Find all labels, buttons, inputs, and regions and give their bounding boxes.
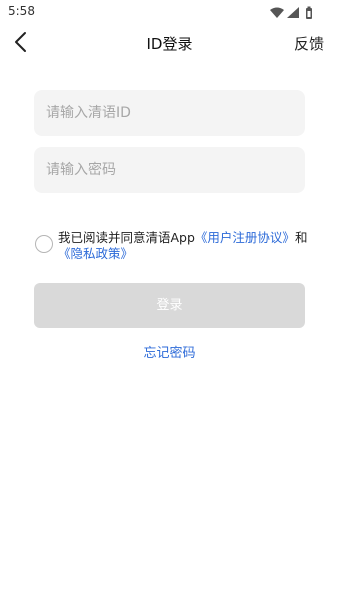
feedback-button[interactable]: 反馈 (294, 33, 324, 54)
battery-level (307, 11, 311, 17)
status-time: 5:58 (8, 4, 35, 18)
agreement-text: 我已阅读并同意清语App《用户注册协议》和《隐私政策》 (58, 230, 310, 262)
password-input[interactable] (34, 147, 305, 193)
battery-cap (307, 6, 311, 9)
page-title: ID登录 (146, 35, 193, 53)
agreement-prefix: 我已阅读并同意清语App (58, 230, 195, 245)
forgot-password-link[interactable]: 忘记密码 (0, 342, 339, 361)
id-field-container (34, 90, 305, 136)
status-bar: 5:58 (0, 0, 339, 24)
nav-bar: ID登录 反馈 (0, 24, 339, 64)
agreement-checkbox[interactable] (35, 235, 53, 253)
status-icons-svg (270, 6, 312, 19)
privacy-policy-link[interactable]: 《隐私政策》 (58, 246, 133, 261)
password-field-container (34, 147, 305, 193)
agreement-conjunction: 和 (294, 230, 308, 245)
user-agreement-link[interactable]: 《用户注册协议》 (195, 230, 295, 245)
login-button[interactable]: 登录 (34, 283, 305, 328)
id-input[interactable] (34, 90, 305, 136)
cellular-signal-icon (287, 7, 299, 18)
status-icons (269, 5, 315, 19)
wifi-icon (270, 7, 284, 18)
